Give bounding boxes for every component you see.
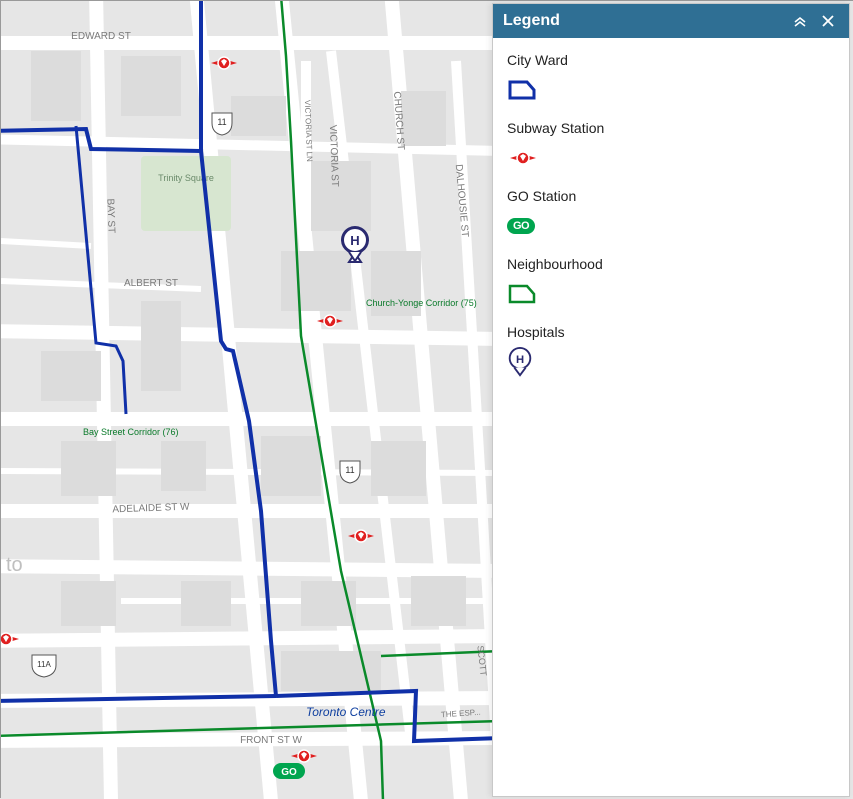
cutoff-city-label: to [6, 554, 23, 576]
neighbourhood-symbol-icon [507, 280, 835, 308]
ttc-symbol-icon [507, 144, 835, 172]
street-albert: ALBERT ST [124, 278, 178, 289]
hwy-11a-shield: 11A [32, 655, 56, 677]
svg-text:H: H [516, 354, 524, 366]
legend-item-label: Neighbourhood [507, 256, 835, 272]
legend-panel: Legend City Ward Subway Station GO Stati… [492, 3, 850, 797]
close-icon[interactable] [817, 10, 839, 32]
subway-marker-king[interactable] [348, 530, 374, 542]
park-trinity-square [141, 156, 231, 231]
legend-item-neighbourhood: Neighbourhood [507, 256, 835, 308]
street-victoria: VICTORIA ST [327, 125, 340, 187]
street-front: FRONT ST W [240, 735, 302, 746]
go-symbol-icon: GO [507, 212, 835, 240]
legend-item-subway: Subway Station [507, 120, 835, 172]
svg-text:GO: GO [281, 767, 297, 778]
legend-item-label: Hospitals [507, 324, 835, 340]
nbhd-bay-corridor-label: Bay Street Corridor (76) [83, 427, 179, 437]
hospital-symbol-icon: H [507, 348, 835, 376]
city-ward-symbol [507, 76, 835, 104]
legend-item-label: Subway Station [507, 120, 835, 136]
svg-text:11A: 11A [37, 660, 51, 669]
legend-header: Legend [493, 4, 849, 38]
legend-item-go: GO Station GO [507, 188, 835, 240]
collapse-icon[interactable] [789, 10, 811, 32]
nbhd-church-yonge-label: Church-Yonge Corridor (75) [366, 298, 477, 308]
street-edward: EDWARD ST [71, 31, 131, 42]
svg-text:11: 11 [217, 117, 226, 127]
subway-marker-dundas[interactable] [211, 57, 237, 69]
toronto-centre-label: Toronto Centre [306, 705, 386, 719]
legend-item-hospitals: Hospitals H [507, 324, 835, 376]
street-bay: BAY ST [104, 198, 116, 233]
legend-item-label: City Ward [507, 52, 835, 68]
svg-text:H: H [350, 233, 359, 248]
street-scott: SCOTT [475, 645, 488, 677]
legend-item-city-ward: City Ward [507, 52, 835, 104]
legend-item-label: GO Station [507, 188, 835, 204]
legend-body: City Ward Subway Station GO Station GO N… [493, 38, 849, 796]
go-station-union[interactable]: GO [273, 763, 305, 779]
subway-marker-union[interactable] [291, 750, 317, 762]
street-espl: THE ESP... [441, 708, 481, 720]
legend-title: Legend [503, 12, 783, 30]
